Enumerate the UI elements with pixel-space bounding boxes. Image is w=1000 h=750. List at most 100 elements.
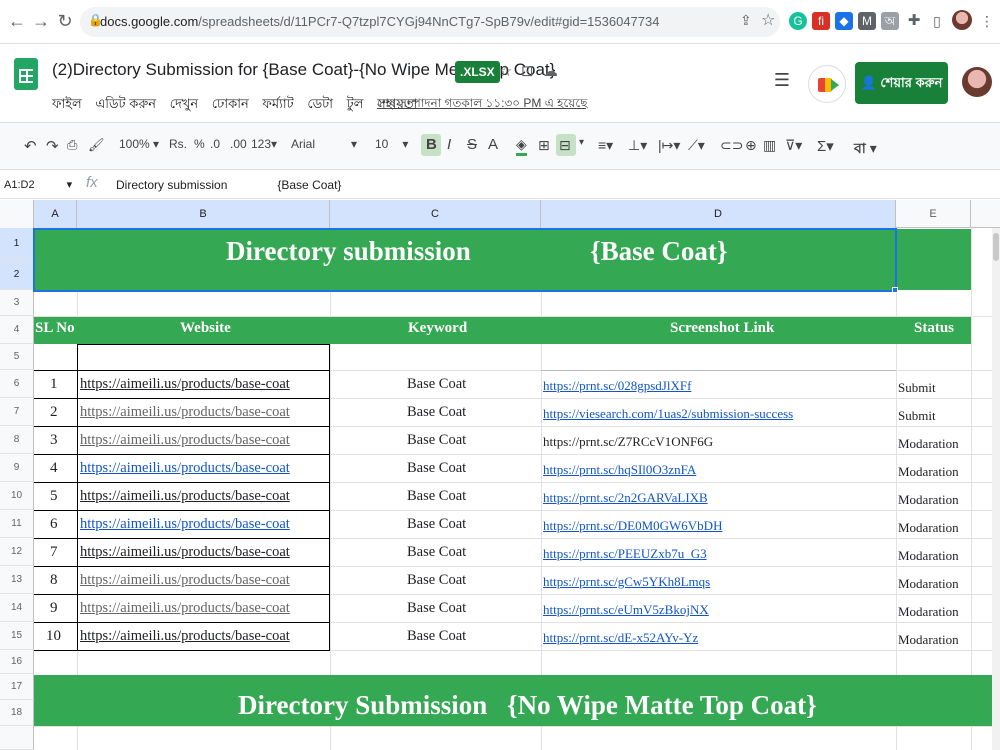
row-header[interactable]: 16	[0, 650, 34, 674]
cell-status[interactable]: Modaration	[898, 548, 959, 564]
column-header-c[interactable]: C	[330, 200, 541, 228]
currency-button[interactable]: Rs.	[169, 137, 187, 151]
cell-status[interactable]: Modaration	[898, 436, 959, 452]
cell-status[interactable]: Modaration	[898, 520, 959, 536]
kebab-menu-icon[interactable]: ⋮	[978, 12, 996, 30]
header-status[interactable]: Status	[914, 320, 954, 337]
row-header[interactable]: 5	[0, 344, 34, 370]
selection-fill-handle[interactable]	[892, 287, 898, 293]
cell-status[interactable]: Modaration	[898, 632, 959, 648]
row-header[interactable]: 13	[0, 566, 34, 594]
cell-sl[interactable]: 1	[50, 376, 58, 393]
last-edit-link[interactable]: শেষ সম্পাদনা গতকাল ১১:৩০ PM এ হয়েছে	[377, 95, 587, 115]
print-icon[interactable]: ⎙	[67, 137, 77, 153]
cell-link[interactable]: https://prnt.sc/eUmV5zBkojNX	[543, 602, 709, 618]
share-page-icon[interactable]: ⇪	[740, 12, 752, 29]
column-header-e[interactable]: E	[896, 200, 971, 228]
cell-status[interactable]: Submit	[898, 380, 936, 396]
extensions-puzzle-icon[interactable]: ✚	[905, 12, 923, 30]
menu-data[interactable]: ডেটা	[307, 96, 333, 111]
cell-link[interactable]: https://viesearch.com/1uas2/submission-s…	[543, 406, 793, 422]
insert-chart-icon[interactable]: ▥	[763, 137, 776, 154]
cell-keyword[interactable]: Base Coat	[407, 628, 466, 645]
increase-decimal-button[interactable]: .00	[230, 137, 247, 151]
percent-button[interactable]: %	[194, 137, 205, 151]
cell-keyword[interactable]: Base Coat	[407, 432, 466, 449]
text-wrap-icon[interactable]: |↦▾	[658, 137, 680, 154]
scrollbar-thumb[interactable]	[993, 233, 999, 261]
menu-edit[interactable]: এডিট করুন	[95, 96, 156, 111]
column-header-d[interactable]: D	[541, 200, 896, 228]
meet-button[interactable]	[808, 65, 846, 103]
row-header[interactable]: 10	[0, 482, 34, 510]
menu-insert[interactable]: ঢোকান	[212, 96, 249, 111]
cell-link[interactable]: https://prnt.sc/028gpsdJlXFf	[543, 378, 691, 394]
url-text[interactable]: docs.google.com/spreadsheets/d/11PCr7-Q7…	[100, 14, 659, 29]
bookmark-star-icon[interactable]: ☆	[761, 10, 775, 30]
header-sl-no[interactable]: SL No	[35, 320, 75, 337]
cell-keyword[interactable]: Base Coat	[407, 544, 466, 561]
cell-sl[interactable]: 2	[50, 404, 58, 421]
header-website[interactable]: Website	[180, 320, 231, 337]
cell-website[interactable]: https://aimeili.us/products/base-coat	[80, 628, 290, 645]
account-avatar[interactable]	[962, 67, 992, 97]
filter-icon[interactable]: ⊽▾	[785, 137, 802, 154]
extension-translate-icon[interactable]: অ	[881, 12, 899, 30]
cell-link[interactable]: https://prnt.sc/dE-x52AYv-Yz	[543, 630, 698, 646]
row-header[interactable]: 9	[0, 454, 34, 482]
row-header[interactable]: 6	[0, 370, 34, 398]
column-header-a[interactable]: A	[34, 200, 77, 228]
cell-status[interactable]: Modaration	[898, 604, 959, 620]
bold-button[interactable]: B	[426, 136, 437, 153]
cell-link[interactable]: https://prnt.sc/gCw5YKh8Lmqs	[543, 574, 710, 590]
row-header[interactable]: 8	[0, 426, 34, 454]
font-family-select[interactable]: Arial ▾	[291, 137, 357, 151]
merge-cells-icon[interactable]: ⊟	[559, 137, 571, 154]
comment-history-icon[interactable]: ☰	[770, 70, 794, 96]
share-button[interactable]: 👤 শেয়ার করুন	[855, 62, 948, 104]
font-size-select[interactable]: 10 ▾	[375, 137, 408, 151]
header-keyword[interactable]: Keyword	[408, 320, 467, 337]
cell-keyword[interactable]: Base Coat	[407, 460, 466, 477]
horizontal-align-icon[interactable]: ≡▾	[598, 137, 613, 154]
cell-keyword[interactable]: Base Coat	[407, 376, 466, 393]
menu-file[interactable]: ফাইল	[52, 96, 82, 111]
row-header[interactable]: 4	[0, 316, 34, 344]
text-rotation-icon[interactable]: ⟋▾	[688, 137, 705, 154]
undo-icon[interactable]: ↶	[24, 137, 37, 155]
borders-icon[interactable]: ⊞	[538, 137, 550, 154]
cell-website[interactable]: https://aimeili.us/products/base-coat	[80, 516, 290, 533]
row-header[interactable]: 1	[0, 228, 34, 259]
decrease-decimal-button[interactable]: .0	[210, 137, 220, 151]
extension-m-icon[interactable]: M	[858, 12, 876, 30]
cell-link[interactable]: https://prnt.sc/DE0M0GW6VbDH	[543, 518, 722, 534]
cell-status[interactable]: Modaration	[898, 464, 959, 480]
cell-sl[interactable]: 8	[50, 572, 58, 589]
vertical-align-icon[interactable]: ⊥▾	[628, 137, 647, 154]
extension-shield-icon[interactable]: ◆	[835, 12, 853, 30]
cell-website[interactable]: https://aimeili.us/products/base-coat	[80, 432, 290, 449]
cell-sl[interactable]: 3	[50, 432, 58, 449]
cell-website[interactable]: https://aimeili.us/products/base-coat	[80, 488, 290, 505]
header-screenshot-link[interactable]: Screenshot Link	[670, 320, 774, 337]
cell-sl[interactable]: 4	[50, 460, 58, 477]
row-header[interactable]: 18	[0, 700, 34, 726]
cell-website[interactable]: https://aimeili.us/products/base-coat	[80, 376, 290, 393]
more-formats-select[interactable]: 123▾	[251, 137, 277, 151]
menu-format[interactable]: ফর্ম্যাট	[262, 96, 293, 111]
cell-website[interactable]: https://aimeili.us/products/base-coat	[80, 600, 290, 617]
cell-website[interactable]: https://aimeili.us/products/base-coat	[80, 404, 290, 421]
row-header[interactable]: 7	[0, 398, 34, 426]
cell-sl[interactable]: 5	[50, 488, 58, 505]
cell-link[interactable]: https://prnt.sc/hqSIl0O3znFA	[543, 462, 696, 478]
grammarly-icon[interactable]: G	[789, 12, 807, 30]
input-tools-select[interactable]: বা ▾	[854, 137, 877, 161]
insert-link-icon[interactable]: ⊂⊃	[720, 137, 743, 154]
menu-tools[interactable]: টুল	[347, 96, 364, 111]
forward-arrow-icon[interactable]: →	[28, 8, 54, 34]
cell-sl[interactable]: 7	[50, 544, 58, 561]
select-all-corner[interactable]	[0, 200, 34, 228]
cell-sl[interactable]: 9	[50, 600, 58, 617]
formula-input[interactable]: Directory submission {Base Coat}	[116, 178, 341, 192]
strikethrough-button[interactable]: S	[467, 136, 477, 153]
